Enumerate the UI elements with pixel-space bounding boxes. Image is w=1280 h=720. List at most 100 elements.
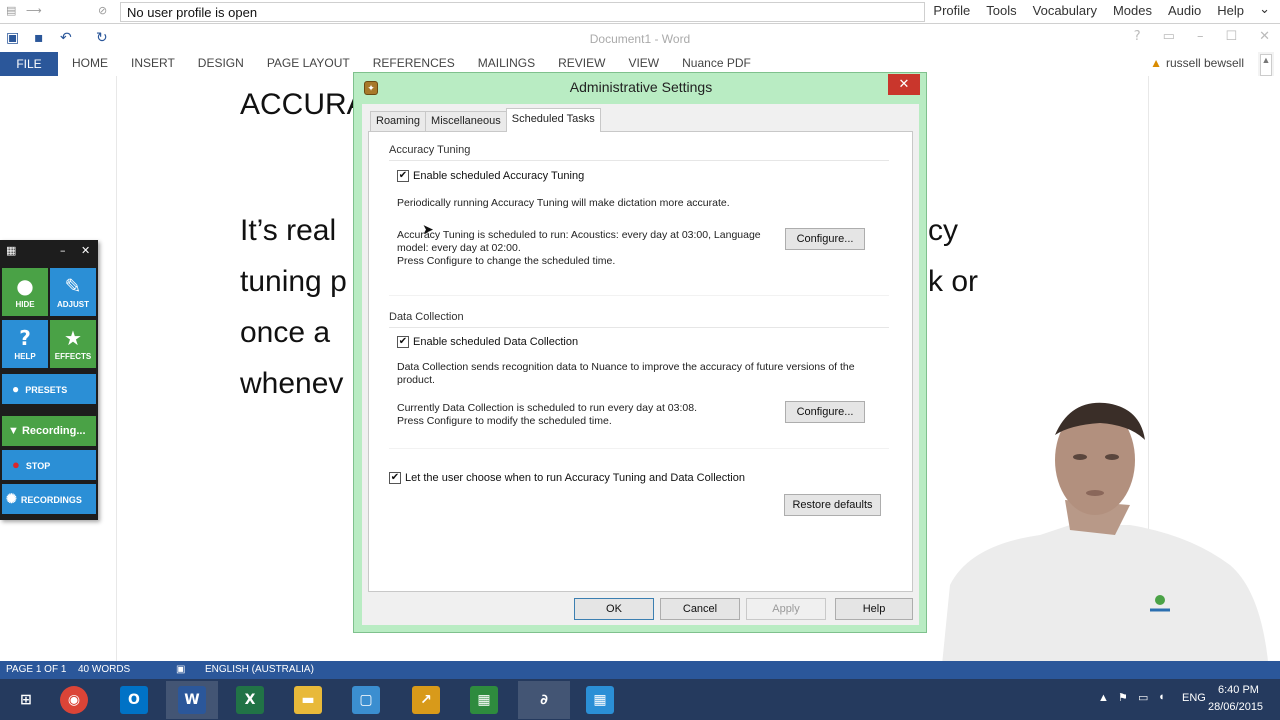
stop-icon: ● <box>12 457 20 472</box>
clock-time[interactable]: 6:40 PM <box>1218 684 1259 696</box>
effects-tile[interactable]: ★ EFFECTS <box>50 320 96 368</box>
document-title: Document1 - Word <box>589 32 691 46</box>
tab-references[interactable]: REFERENCES <box>373 56 455 70</box>
page-edge-left <box>116 76 117 661</box>
doc-line-4: whenev <box>240 367 344 400</box>
menu-modes[interactable]: Modes <box>1113 3 1152 18</box>
close-button[interactable]: ✕ <box>888 74 920 95</box>
taskbar-outlook[interactable]: O <box>108 681 160 719</box>
restore-defaults-button[interactable]: Restore defaults <box>784 494 881 516</box>
star-icon: ★ <box>64 326 82 350</box>
taskbar-dragon[interactable]: ∂ <box>518 681 570 719</box>
scheduled-tasks-panel: Accuracy Tuning ✔ Enable scheduled Accur… <box>368 131 913 592</box>
word-title-bar: ▣ ▪ ↶ ↻ Document1 - Word ? ▭ – ☐ ✕ <box>0 25 1280 53</box>
presets-tile[interactable]: ● PRESETS <box>2 374 96 404</box>
scroll-up-icon[interactable]: ▲ <box>1260 54 1272 76</box>
start-button[interactable]: ⊞ <box>0 681 52 719</box>
tab-roaming[interactable]: Roaming <box>370 111 427 132</box>
tab-page-layout[interactable]: PAGE LAYOUT <box>267 56 350 70</box>
chevron-down-icon[interactable]: ⌄ <box>1259 2 1270 17</box>
taskbar-word[interactable]: W <box>166 681 218 719</box>
accuracy-tuning-checkbox[interactable]: ✔ Enable scheduled Accuracy Tuning <box>397 170 584 182</box>
question-icon: ? <box>19 326 31 350</box>
file-tab[interactable]: FILE <box>0 52 58 76</box>
chart-icon: ↗ <box>412 686 440 714</box>
apply-button[interactable]: Apply <box>746 598 826 620</box>
taskbar-excel[interactable]: X <box>224 681 276 719</box>
maximize-icon[interactable]: ☐ <box>1225 29 1237 44</box>
input-language[interactable]: ENG <box>1182 692 1206 704</box>
cancel-button[interactable]: Cancel <box>660 598 740 620</box>
tab-miscellaneous[interactable]: Miscellaneous <box>425 111 507 132</box>
minimize-icon[interactable]: – <box>1197 29 1204 44</box>
volume-icon[interactable]: ◖ <box>1158 691 1165 703</box>
menu-tools[interactable]: Tools <box>986 3 1016 18</box>
menu-audio[interactable]: Audio <box>1168 3 1201 18</box>
tab-view[interactable]: VIEW <box>628 56 659 70</box>
triangle-down-icon: ▼ <box>8 425 19 437</box>
proofing-icon[interactable]: ▣ <box>176 664 185 675</box>
menu-help[interactable]: Help <box>1217 3 1244 18</box>
dragonbar-topbar[interactable]: ▦ – ✕ <box>0 240 98 264</box>
adjust-tile[interactable]: ✎ ADJUST <box>50 268 96 316</box>
language-status[interactable]: ENGLISH (AUSTRALIA) <box>205 664 314 675</box>
user-choose-checkbox[interactable]: ✔ Let the user choose when to run Accura… <box>389 472 745 484</box>
collection-schedule-line1: Currently Data Collection is scheduled t… <box>397 402 697 414</box>
tab-design[interactable]: DESIGN <box>198 56 244 70</box>
collection-description-line2: product. <box>397 374 435 386</box>
doc-line-2-end: k or <box>928 265 979 298</box>
data-collection-checkbox[interactable]: ✔ Enable scheduled Data Collection <box>397 336 578 348</box>
taskbar-calculator[interactable]: ▦ <box>458 681 510 719</box>
help-tile[interactable]: ? HELP <box>2 320 48 368</box>
close-icon[interactable]: ✕ <box>81 244 90 257</box>
film-reel-icon: ✺ <box>6 491 17 506</box>
ribbon-display-icon[interactable]: ▭ <box>1163 29 1175 44</box>
mouse-cursor-icon: ➤ <box>422 222 434 238</box>
stop-tile[interactable]: ● STOP <box>2 450 96 480</box>
accuracy-configure-button[interactable]: Configure... <box>785 228 865 250</box>
presenter-webcam <box>930 395 1280 685</box>
tab-insert[interactable]: INSERT <box>131 56 175 70</box>
taskbar-file-explorer[interactable]: ▬ <box>282 681 334 719</box>
tab-mailings[interactable]: MAILINGS <box>478 56 535 70</box>
tab-home[interactable]: HOME <box>72 56 108 70</box>
doc-line-3: once a <box>240 316 331 349</box>
arrow-icon[interactable]: ⟶ <box>26 4 42 17</box>
close-icon[interactable]: ✕ <box>1259 29 1270 44</box>
page-count[interactable]: PAGE 1 OF 1 <box>6 664 66 675</box>
taskbar-chrome[interactable]: ◉ <box>48 681 100 719</box>
doc-line-1-end: cy <box>928 214 958 247</box>
taskbar-remote-desktop[interactable]: ▢ <box>340 681 392 719</box>
clock-date[interactable]: 28/06/2015 <box>1208 701 1263 713</box>
microphone-toggle-icon[interactable]: ⊘ <box>98 4 107 17</box>
network-icon[interactable]: ▭ <box>1138 691 1148 704</box>
collection-configure-button[interactable]: Configure... <box>785 401 865 423</box>
recordings-tile[interactable]: ✺ RECORDINGS <box>2 484 96 514</box>
dragon-menu-icon[interactable]: ▤ <box>6 4 16 17</box>
taskbar-dragon-bar[interactable]: ▦ <box>574 681 626 719</box>
tab-review[interactable]: REVIEW <box>558 56 605 70</box>
checkmark-icon: ✔ <box>397 336 409 348</box>
word-count[interactable]: 40 WORDS <box>78 664 130 675</box>
dragon-logo-icon: ▦ <box>6 244 17 257</box>
tab-scheduled-tasks[interactable]: Scheduled Tasks <box>505 108 601 132</box>
administrative-settings-dialog: ✦ Administrative Settings ✕ Roaming Misc… <box>353 72 927 633</box>
tab-nuance-pdf[interactable]: Nuance PDF <box>682 56 751 70</box>
hide-tile[interactable]: ● HIDE <box>2 268 48 316</box>
tray-up-arrow-icon[interactable]: ▲ <box>1098 692 1109 704</box>
ok-button[interactable]: OK <box>574 598 654 620</box>
ribbon-tabs: HOME INSERT DESIGN PAGE LAYOUT REFERENCE… <box>72 56 751 70</box>
checkmark-icon: ✔ <box>389 472 401 484</box>
flag-icon[interactable]: ⚑ <box>1118 691 1128 704</box>
menu-profile[interactable]: Profile <box>933 3 970 18</box>
user-account[interactable]: ▲ russell bewsell <box>1150 56 1244 70</box>
taskbar-stocks[interactable]: ↗ <box>400 681 452 719</box>
menu-vocabulary[interactable]: Vocabulary <box>1033 3 1097 18</box>
minimize-icon[interactable]: – <box>60 244 66 257</box>
help-icon[interactable]: ? <box>1134 29 1141 44</box>
recording-header[interactable]: ▼ Recording... <box>2 416 96 446</box>
data-collection-label: Data Collection <box>389 311 464 323</box>
help-button[interactable]: Help <box>835 598 913 620</box>
windows-logo-icon: ⊞ <box>20 692 32 708</box>
wrench-icon: ✎ <box>64 274 82 298</box>
